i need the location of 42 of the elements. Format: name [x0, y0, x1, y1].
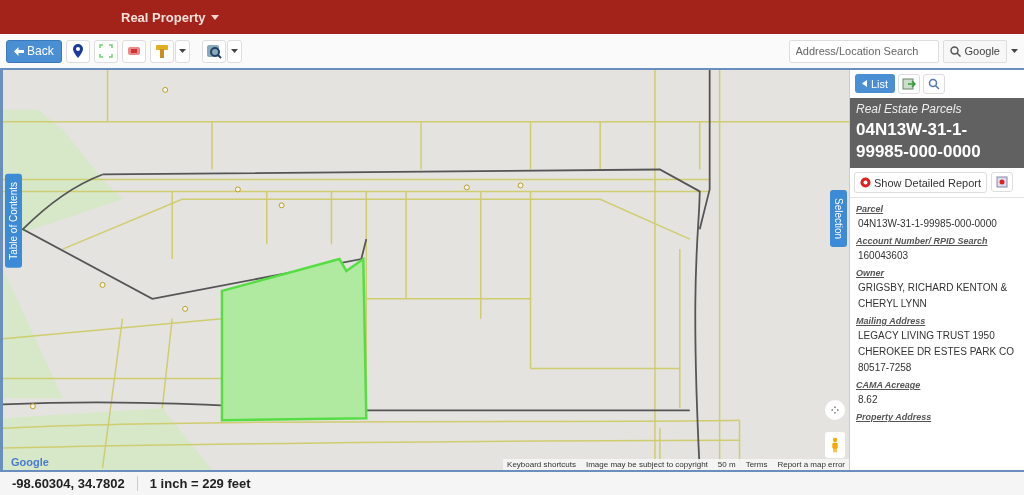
- search-provider-button[interactable]: Google: [942, 39, 1007, 63]
- layer-name: Real Estate Parcels: [856, 102, 963, 116]
- field-label[interactable]: Parcel: [856, 204, 1018, 214]
- export-icon[interactable]: [898, 74, 921, 94]
- eraser-icon[interactable]: [121, 39, 146, 63]
- side-panel-tab[interactable]: Table of Contents: [5, 174, 22, 268]
- field-label[interactable]: Mailing Address: [856, 316, 1018, 326]
- caret-left-icon: [862, 80, 867, 87]
- address-search-field[interactable]: Address/Location Search: [788, 39, 939, 63]
- field-label[interactable]: Property Address: [856, 412, 1018, 422]
- attribution-text[interactable]: 50 m: [717, 460, 736, 469]
- attribution-text[interactable]: Keyboard shortcuts: [507, 460, 576, 469]
- field-value: 8.62: [857, 393, 879, 407]
- attribution-text[interactable]: Report a map error: [777, 460, 845, 469]
- caret-icon[interactable]: [226, 39, 242, 63]
- location-pin-icon[interactable]: [65, 39, 90, 63]
- app-title[interactable]: Real Property: [121, 9, 206, 25]
- map-logo: Google: [11, 456, 49, 468]
- attribution-text[interactable]: Image may be subject to copyright: [586, 460, 708, 469]
- arrow-left-icon: [14, 46, 24, 56]
- field-value: 04N13W-31-1-99985-000-0000: [857, 217, 998, 231]
- field-value: 160043603: [857, 249, 910, 263]
- map-scale: 1 inch = 229 feet: [148, 476, 252, 491]
- map-search-icon[interactable]: [201, 39, 226, 63]
- ring-icon: [860, 177, 871, 188]
- report-icon[interactable]: [991, 172, 1013, 192]
- record-title: 04N13W-31-1-99985-000-0000: [856, 119, 982, 163]
- parcel-map[interactable]: Table of Contents Selection Google Keyboard shortcuts Image may be subject to copyright 50 m Terms Report a map error: [0, 70, 849, 470]
- cursor-coordinates: -98.60304, 34.7802: [0, 476, 138, 491]
- caret-icon[interactable]: [210, 14, 219, 20]
- caret-icon[interactable]: [174, 39, 190, 63]
- field-label[interactable]: Account Number/ RPID Search: [856, 236, 1018, 246]
- side-panel-tab[interactable]: Selection: [830, 190, 847, 248]
- zoom-icon[interactable]: [923, 74, 946, 94]
- search-icon: [949, 45, 961, 57]
- field-label[interactable]: CAMA Acreage: [856, 380, 1018, 390]
- field-label[interactable]: Owner: [856, 268, 1018, 278]
- field-value: GRIGSBY, RICHARD KENTON & CHERYL LYNN: [857, 281, 1009, 311]
- caret-icon[interactable]: [1011, 49, 1018, 53]
- attribution-text[interactable]: Terms: [745, 460, 768, 469]
- detailed-report-button[interactable]: Show Detailed Report: [854, 172, 987, 193]
- field-value: LEGACY LIVING TRUST 1950 CHEROKEE DR ESTES PARK CO 80517-7258: [857, 329, 1015, 375]
